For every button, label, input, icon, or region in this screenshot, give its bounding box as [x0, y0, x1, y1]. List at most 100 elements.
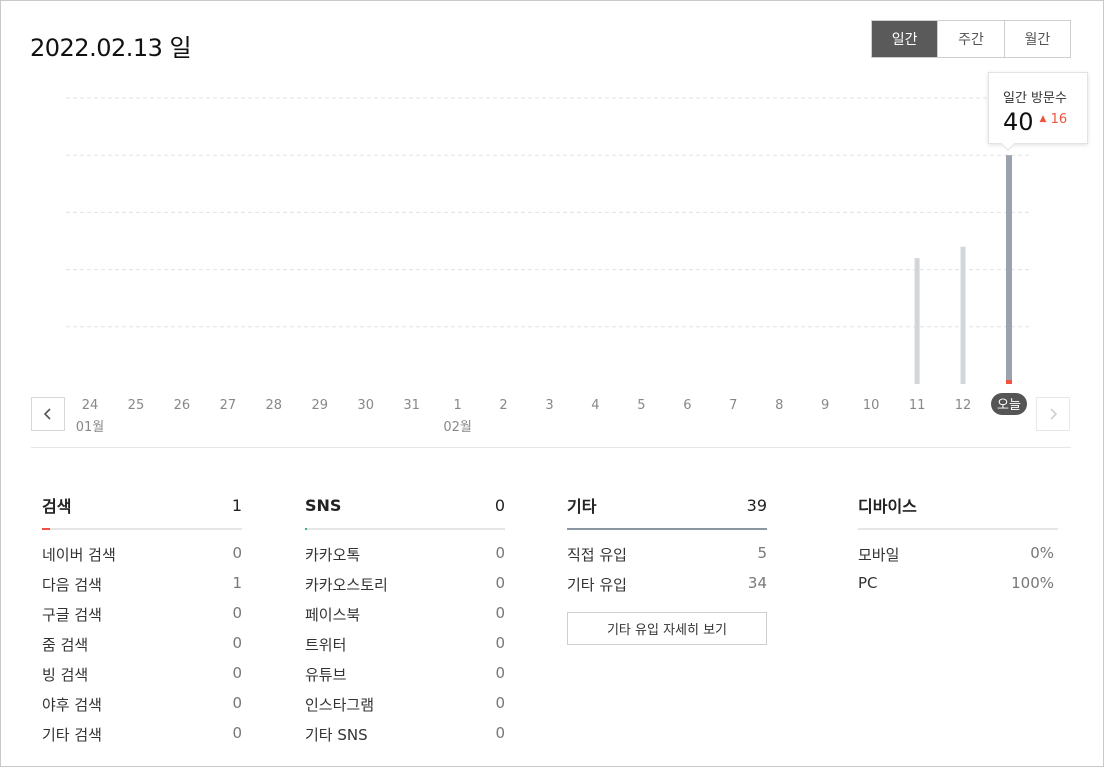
item-value: 0 [232, 724, 242, 742]
list-item: 기타 검색 0 [42, 724, 242, 754]
item-value: 0 [495, 724, 505, 742]
item-value: 0% [1030, 544, 1054, 562]
list-item: 줌 검색 0 [42, 634, 242, 664]
tick-label: 10 [863, 398, 880, 413]
tick-label: 24 [82, 398, 99, 413]
item-value: 100% [1011, 574, 1054, 592]
item-label: 네이버 검색 [42, 546, 116, 564]
sns-panel-total: 0 [494, 495, 505, 515]
list-item: 모바일 0% [858, 544, 1058, 574]
list-item: 카카오스토리 0 [305, 574, 505, 604]
list-item: 인스타그램 0 [305, 694, 505, 724]
sns-panel: SNS 0 카카오톡 0 카카오스토리 0 페이스북 0 트위터 0 유튜브 0 인스타그… [305, 488, 505, 754]
today-marker [1006, 380, 1012, 384]
list-item: 다음 검색 1 [42, 574, 242, 604]
item-value: 0 [495, 604, 505, 622]
search-panel-total: 1 [231, 495, 242, 515]
list-item: 기타 SNS 0 [305, 724, 505, 754]
tick-label: 3 [545, 398, 553, 413]
item-label: 직접 유입 [567, 546, 627, 564]
item-value: 34 [747, 574, 767, 592]
list-item: 네이버 검색 0 [42, 544, 242, 574]
item-value: 0 [232, 694, 242, 712]
daily-visits-tooltip: 일간 방문수 40 ▲ 16 [988, 72, 1088, 152]
list-item: 직접 유입 5 [567, 544, 767, 574]
list-item: 구글 검색 0 [42, 604, 242, 634]
item-label: 유튜브 [305, 666, 347, 684]
etc-inflow-detail-button[interactable]: 기타 유입 자세히 보기 [567, 612, 767, 645]
item-value: 0 [495, 664, 505, 682]
item-label: 빙 검색 [42, 666, 89, 684]
tick-label: 2 [499, 398, 507, 413]
month-label: 01월 [76, 420, 105, 435]
tooltip-label: 일간 방문수 [1003, 91, 1067, 106]
item-value: 0 [232, 604, 242, 622]
tick-label-today: 오늘 [997, 398, 1021, 413]
item-label: 인스타그램 [305, 696, 375, 714]
list-item: 유튜브 0 [305, 664, 505, 694]
item-value: 0 [495, 634, 505, 652]
search-accent-mark [42, 528, 50, 530]
chart-bar [960, 246, 966, 384]
tick-label: 27 [220, 398, 237, 413]
device-panel-underline [858, 528, 1058, 530]
item-value: 0 [495, 544, 505, 562]
prev-period-button[interactable] [31, 397, 65, 431]
item-label: 줌 검색 [42, 636, 89, 654]
search-panel-title: 검색 [42, 497, 72, 516]
item-label: 다음 검색 [42, 576, 102, 594]
etc-panel: 기타 39 직접 유입 5 기타 유입 34 기타 유입 자세히 보기 [567, 488, 767, 645]
item-label: 야후 검색 [42, 696, 102, 714]
item-value: 0 [495, 694, 505, 712]
etc-panel-underline [567, 528, 767, 530]
list-item: 기타 유입 34 [567, 574, 767, 604]
tick-label: 31 [403, 398, 420, 413]
next-period-button[interactable] [1036, 397, 1070, 431]
etc-panel-total: 39 [746, 495, 767, 515]
item-value: 1 [232, 574, 242, 592]
list-item: PC 100% [858, 574, 1058, 604]
list-item: 카카오톡 0 [305, 544, 505, 574]
list-item: 야후 검색 0 [42, 694, 242, 724]
tooltip-delta-value: 16 [1050, 112, 1068, 127]
tick-label: 7 [729, 398, 737, 413]
tooltip-value: 40 [1003, 108, 1034, 136]
item-label: 카카오톡 [305, 546, 361, 564]
up-arrow-icon: ▲ [1039, 114, 1047, 124]
item-value: 0 [232, 544, 242, 562]
item-label: PC [858, 574, 878, 592]
tick-label: 30 [357, 398, 374, 413]
list-item: 빙 검색 0 [42, 664, 242, 694]
tick-label: 5 [637, 398, 645, 413]
tick-label: 6 [683, 398, 691, 413]
item-value: 0 [495, 574, 505, 592]
item-label: 기타 SNS [305, 726, 368, 744]
tooltip-delta: ▲ 16 [1040, 112, 1068, 127]
section-divider [31, 447, 1071, 448]
sns-accent-mark [305, 528, 307, 530]
etc-panel-title: 기타 [567, 497, 597, 516]
chart-bar [1006, 155, 1012, 384]
tick-label: 29 [311, 398, 328, 413]
item-label: 구글 검색 [42, 606, 102, 624]
tick-label: 4 [591, 398, 599, 413]
tick-label: 12 [955, 398, 972, 413]
tick-label: 28 [266, 398, 283, 413]
item-label: 모바일 [858, 546, 900, 564]
item-label: 기타 검색 [42, 726, 102, 744]
sns-panel-underline [305, 528, 505, 530]
etc-accent-mark [567, 528, 767, 530]
item-value: 5 [757, 544, 767, 562]
list-item: 페이스북 0 [305, 604, 505, 634]
device-panel-title: 디바이스 [858, 497, 917, 516]
month-label: 02월 [443, 420, 472, 435]
device-panel: 디바이스 모바일 0% PC 100% [858, 488, 1058, 604]
tick-label: 1 [453, 398, 461, 413]
sns-panel-title: SNS [305, 495, 342, 515]
tick-label: 9 [821, 398, 829, 413]
item-value: 0 [232, 634, 242, 652]
chevron-left-icon [43, 408, 51, 420]
tick-label: 11 [909, 398, 926, 413]
search-panel: 검색 1 네이버 검색 0 다음 검색 1 구글 검색 0 줌 검색 0 빙 검색 0 야… [42, 488, 242, 754]
chart-bar [914, 258, 920, 384]
